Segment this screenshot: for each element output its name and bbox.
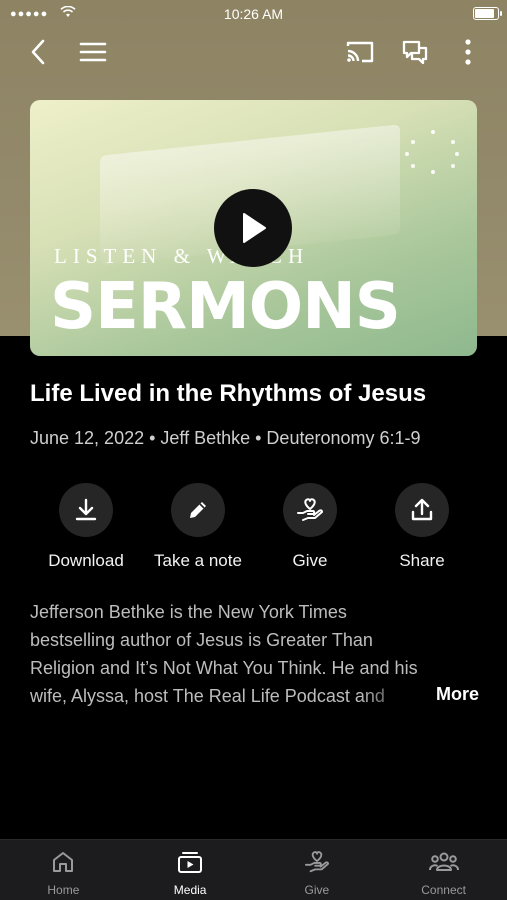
give-heart-hand-icon <box>297 498 323 521</box>
take-a-note-label: Take a note <box>154 551 242 570</box>
menu-icon <box>79 42 107 62</box>
battery-icon <box>473 7 502 20</box>
back-button[interactable] <box>20 34 56 70</box>
download-circle <box>59 483 113 537</box>
artwork-headline: SERMONS <box>50 270 401 344</box>
sermon-meta: June 12, 2022 • Jeff Bethke • Deuteronom… <box>30 428 421 448</box>
note-circle <box>171 483 225 537</box>
download-icon <box>75 498 97 521</box>
description-line: wife, Alyssa, host The Real Life Podcast… <box>30 686 385 706</box>
more-options-button[interactable] <box>450 34 486 70</box>
tab-media[interactable]: Media <box>127 840 254 900</box>
tab-bar: Home Media Give Connect <box>0 839 507 900</box>
more-link[interactable]: More <box>436 684 479 705</box>
share-icon <box>411 498 433 521</box>
back-icon <box>31 39 45 65</box>
cast-icon <box>346 41 374 63</box>
chat-button[interactable] <box>397 34 433 70</box>
sermon-title: Life Lived in the Rhythms of Jesus <box>30 380 427 407</box>
give-button[interactable]: Give <box>254 483 366 571</box>
status-time: 10:26 AM <box>223 6 284 22</box>
tab-give[interactable]: Give <box>254 840 381 900</box>
play-button[interactable] <box>214 189 292 267</box>
take-a-note-button[interactable]: Take a note <box>142 483 254 571</box>
play-icon <box>243 213 266 243</box>
share-circle <box>395 483 449 537</box>
give-icon <box>304 851 329 873</box>
menu-button[interactable] <box>75 34 111 70</box>
description-line: bestselling author of Jesus is Greater T… <box>30 630 373 650</box>
sermon-description: Jefferson Bethke is the New York Times b… <box>30 598 478 710</box>
share-label: Share <box>399 551 445 570</box>
more-vertical-icon <box>465 39 471 65</box>
tab-home-label: Home <box>47 883 80 897</box>
cast-button[interactable] <box>342 34 378 70</box>
description-line: Jefferson Bethke is the New York Times <box>30 602 347 622</box>
sermon-artwork: LISTEN & WATCH SERMONS <box>30 100 477 356</box>
share-button[interactable]: Share <box>366 483 478 571</box>
download-label: Download <box>48 551 124 570</box>
give-circle <box>283 483 337 537</box>
home-icon <box>53 852 74 872</box>
tab-give-label: Give <box>304 883 330 897</box>
media-icon <box>178 852 203 873</box>
tab-connect[interactable]: Connect <box>380 840 507 900</box>
download-button[interactable]: Download <box>30 483 142 571</box>
connect-icon <box>428 852 459 871</box>
description-line: Religion and It’s Not What You Think. He… <box>30 658 418 678</box>
give-label: Give <box>292 551 328 570</box>
pencil-icon <box>190 502 206 518</box>
chat-icon <box>402 40 428 65</box>
top-navigation <box>0 34 507 70</box>
status-bar: ●●●●● 10:26 AM <box>0 0 507 28</box>
tab-home[interactable]: Home <box>0 840 127 900</box>
tab-media-label: Media <box>173 883 207 897</box>
tab-connect-label: Connect <box>421 883 466 897</box>
decorative-dots <box>405 130 459 174</box>
